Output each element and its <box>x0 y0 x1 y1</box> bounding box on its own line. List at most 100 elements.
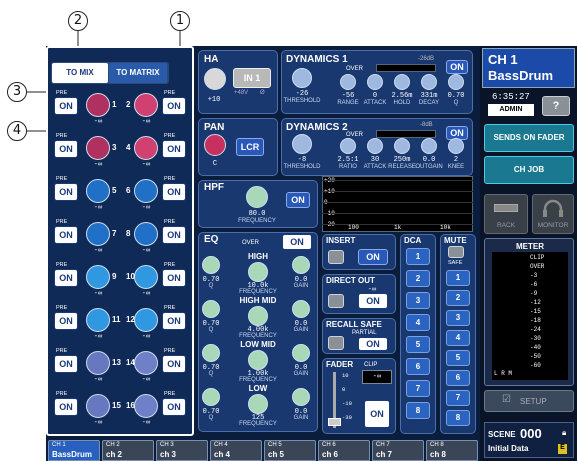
send-level-knob[interactable] <box>134 93 158 117</box>
send-on-button[interactable]: ON <box>54 312 78 330</box>
pan-knob[interactable] <box>204 134 226 156</box>
send-on-button[interactable]: ON <box>54 226 78 244</box>
send-level-knob[interactable] <box>86 265 110 289</box>
send-level-knob[interactable] <box>86 136 110 160</box>
fader-knob[interactable] <box>328 418 341 426</box>
ha-in-button[interactable]: IN 1 <box>233 68 271 88</box>
send-on-button[interactable]: ON <box>54 398 78 416</box>
user-badge[interactable]: ADMIN <box>488 104 534 116</box>
mute-group-button[interactable]: 2 <box>446 290 470 306</box>
send-on-button[interactable]: ON <box>54 140 78 158</box>
mute-safe-button[interactable] <box>448 246 464 258</box>
hpf-knob[interactable] <box>246 186 268 208</box>
ch-job-button[interactable]: CH JOB <box>484 156 574 184</box>
eq-freq-knob[interactable] <box>248 394 268 414</box>
send-level-knob[interactable] <box>134 308 158 332</box>
channel-tab[interactable]: CH 4 ch 4 <box>210 440 262 461</box>
eq-on-button[interactable]: ON <box>282 234 312 250</box>
send-on-button[interactable]: ON <box>162 140 186 158</box>
dynamics1-on-button[interactable]: ON <box>446 60 468 74</box>
sends-on-fader-button[interactable]: SENDS ON FADER <box>484 124 574 152</box>
send-on-button[interactable]: ON <box>162 312 186 330</box>
send-on-button[interactable]: ON <box>54 355 78 373</box>
dca-button[interactable]: 2 <box>406 270 430 287</box>
dynamics1-threshold-knob[interactable] <box>292 68 312 88</box>
help-button[interactable]: ? <box>542 96 570 116</box>
dynamics-param-knob[interactable] <box>394 138 410 154</box>
send-on-button[interactable]: ON <box>162 355 186 373</box>
recall-safe-patch-button[interactable] <box>328 336 344 350</box>
send-level-knob[interactable] <box>86 179 110 203</box>
send-on-button[interactable]: ON <box>162 398 186 416</box>
channel-tab[interactable]: CH 3 ch 3 <box>156 440 208 461</box>
eq-q-knob[interactable] <box>202 300 220 318</box>
insert-on-button[interactable]: ON <box>358 249 388 265</box>
send-on-button[interactable]: ON <box>162 269 186 287</box>
send-level-knob[interactable] <box>134 265 158 289</box>
fader-on-button[interactable]: ON <box>364 400 390 428</box>
mute-group-button[interactable]: 4 <box>446 330 470 346</box>
eq-gain-knob[interactable] <box>292 300 310 318</box>
dynamics-param-knob[interactable] <box>421 74 437 90</box>
dynamics-param-knob[interactable] <box>448 138 464 154</box>
send-level-knob[interactable] <box>86 308 110 332</box>
dynamics-param-knob[interactable] <box>367 138 383 154</box>
dca-button[interactable]: 6 <box>406 358 430 375</box>
dynamics-param-knob[interactable] <box>421 138 437 154</box>
dynamics-param-knob[interactable] <box>340 74 356 90</box>
eq-q-knob[interactable] <box>202 388 220 406</box>
mute-group-button[interactable]: 5 <box>446 350 470 366</box>
insert-patch-button[interactable] <box>328 250 344 264</box>
channel-tab[interactable]: CH 7 ch 7 <box>372 440 424 461</box>
direct-out-on-button[interactable]: ON <box>358 293 388 309</box>
channel-tab[interactable]: CH 8 ch 8 <box>426 440 478 461</box>
send-level-knob[interactable] <box>134 136 158 160</box>
dca-button[interactable]: 5 <box>406 336 430 353</box>
mute-group-button[interactable]: 1 <box>446 270 470 286</box>
send-on-button[interactable]: ON <box>162 226 186 244</box>
dca-button[interactable]: 1 <box>406 248 430 265</box>
direct-out-patch-button[interactable] <box>328 294 344 308</box>
send-level-knob[interactable] <box>134 222 158 246</box>
send-level-knob[interactable] <box>86 93 110 117</box>
tab-to-matrix[interactable]: TO MATRIX <box>109 63 167 83</box>
tab-to-mix[interactable]: TO MIX <box>52 63 108 83</box>
dynamics-param-knob[interactable] <box>394 74 410 90</box>
send-on-button[interactable]: ON <box>54 269 78 287</box>
hpf-on-button[interactable]: ON <box>286 192 310 208</box>
dca-button[interactable]: 7 <box>406 380 430 397</box>
pan-lcr-button[interactable]: LCR <box>236 138 264 156</box>
send-level-knob[interactable] <box>86 351 110 375</box>
dca-button[interactable]: 4 <box>406 314 430 331</box>
channel-tab[interactable]: CH 5 ch 5 <box>264 440 316 461</box>
eq-freq-knob[interactable] <box>248 350 268 370</box>
dynamics-param-knob[interactable] <box>367 74 383 90</box>
ha-gain-knob[interactable] <box>204 68 226 90</box>
eq-freq-knob[interactable] <box>248 262 268 282</box>
eq-gain-knob[interactable] <box>292 388 310 406</box>
eq-gain-knob[interactable] <box>292 344 310 362</box>
send-level-knob[interactable] <box>86 222 110 246</box>
send-on-button[interactable]: ON <box>162 97 186 115</box>
recall-safe-on-button[interactable]: ON <box>358 337 388 351</box>
dynamics2-threshold-knob[interactable] <box>292 134 312 154</box>
dynamics-param-knob[interactable] <box>448 74 464 90</box>
dca-button[interactable]: 8 <box>406 402 430 419</box>
send-level-knob[interactable] <box>134 351 158 375</box>
channel-tab[interactable]: CH 1 BassDrum <box>48 440 100 461</box>
dynamics-param-knob[interactable] <box>340 138 356 154</box>
send-level-knob[interactable] <box>134 179 158 203</box>
channel-tab[interactable]: CH 2 ch 2 <box>102 440 154 461</box>
mute-group-button[interactable]: 6 <box>446 370 470 386</box>
mute-group-button[interactable]: 7 <box>446 390 470 406</box>
eq-gain-knob[interactable] <box>292 256 310 274</box>
send-on-button[interactable]: ON <box>162 183 186 201</box>
mute-group-button[interactable]: 3 <box>446 310 470 326</box>
channel-name[interactable]: BassDrum <box>488 68 553 83</box>
send-on-button[interactable]: ON <box>54 183 78 201</box>
send-on-button[interactable]: ON <box>54 97 78 115</box>
eq-q-knob[interactable] <box>202 256 220 274</box>
dca-button[interactable]: 3 <box>406 292 430 309</box>
eq-q-knob[interactable] <box>202 344 220 362</box>
mute-group-button[interactable]: 8 <box>446 410 470 426</box>
